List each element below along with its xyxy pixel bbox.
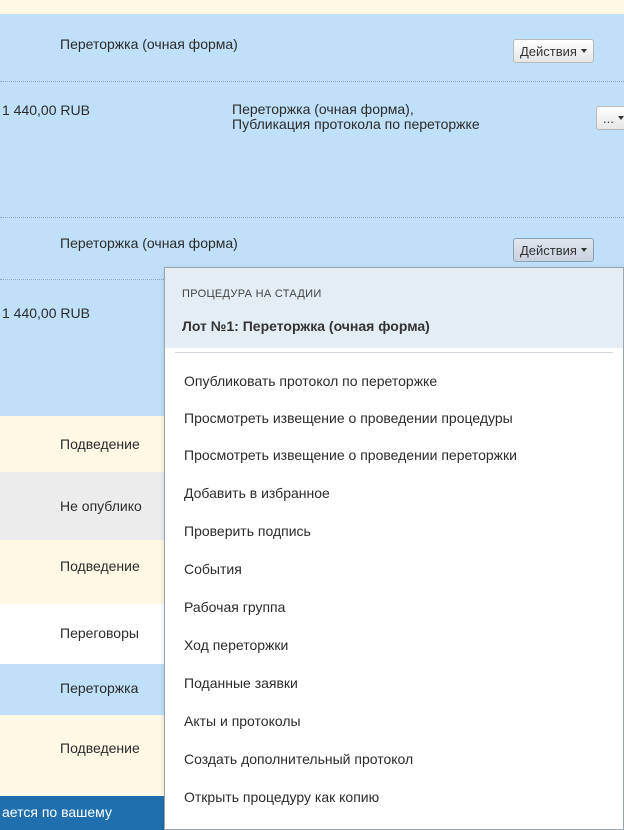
- status-text: ается по вашему: [2, 804, 112, 820]
- caret-down-icon: [580, 49, 587, 53]
- stage-label: Переторжка: [60, 680, 139, 696]
- menu-item-view-rebidding-notice[interactable]: Просмотреть извещение о проведении перет…: [165, 437, 623, 474]
- stage-label: Переговоры: [60, 625, 139, 641]
- price-value: 1 440,00 RUB: [2, 102, 90, 118]
- actions-button[interactable]: Действия: [513, 238, 594, 262]
- more-label: ...: [603, 110, 614, 126]
- menu-title: Лот №1: Переторжка (очная форма): [182, 318, 430, 334]
- menu-item-submitted-bids[interactable]: Поданные заявки: [165, 665, 623, 702]
- table-row[interactable]: 1 440,00 RUB Переторжка (очная форма), П…: [0, 81, 624, 217]
- menu-header: ПРОЦЕДУРА НА СТАДИИ Лот №1: Переторжка (…: [165, 268, 623, 348]
- menu-divider: [175, 352, 613, 353]
- menu-item-events[interactable]: События: [165, 551, 623, 588]
- stage-label: Подведение: [60, 436, 140, 452]
- stage-label: Подведение: [60, 558, 140, 574]
- menu-item-create-protocol[interactable]: Создать дополнительный протокол: [165, 741, 623, 778]
- menu-item-publish-protocol[interactable]: Опубликовать протокол по переторжке: [165, 363, 623, 400]
- status-bar: ается по вашему: [0, 796, 170, 830]
- menu-item-view-procedure-notice[interactable]: Просмотреть извещение о проведении проце…: [165, 400, 623, 437]
- top-strip: [0, 0, 624, 14]
- actions-button[interactable]: Действия: [513, 39, 594, 63]
- menu-item-verify-signature[interactable]: Проверить подпись: [165, 513, 623, 550]
- actions-label: Действия: [520, 242, 577, 258]
- stage-label: Не опублико: [60, 498, 142, 514]
- menu-item-acts-protocols[interactable]: Акты и протоколы: [165, 703, 623, 740]
- menu-item-add-favorite[interactable]: Добавить в избранное: [165, 475, 623, 512]
- menu-caption: ПРОЦЕДУРА НА СТАДИИ: [182, 288, 322, 300]
- stage-label: Переторжка (очная форма), Публикация про…: [232, 101, 480, 132]
- table-row[interactable]: Переторжка (очная форма) Действия: [0, 14, 624, 81]
- stage-label: Переторжка (очная форма): [60, 36, 238, 52]
- actions-dropdown-menu: ПРОЦЕДУРА НА СТАДИИ Лот №1: Переторжка (…: [164, 267, 624, 830]
- caret-down-icon: [617, 116, 624, 120]
- menu-item-rebidding-progress[interactable]: Ход переторжки: [165, 627, 623, 664]
- menu-item-working-group[interactable]: Рабочая группа: [165, 589, 623, 626]
- menu-item-open-as-copy[interactable]: Открыть процедуру как копию: [165, 779, 623, 816]
- caret-down-icon: [580, 248, 587, 252]
- more-actions-button[interactable]: ...: [596, 106, 624, 130]
- actions-label: Действия: [520, 43, 577, 59]
- stage-label: Подведение: [60, 740, 140, 756]
- stage-label: Переторжка (очная форма): [60, 235, 238, 251]
- price-value: 1 440,00 RUB: [2, 305, 90, 321]
